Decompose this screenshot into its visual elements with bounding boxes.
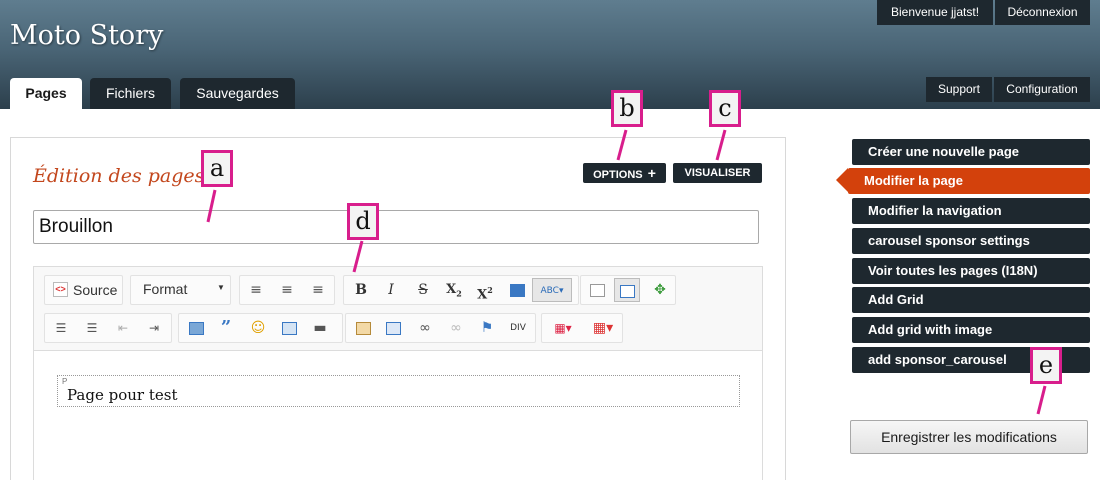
image-icon[interactable] bbox=[183, 316, 209, 340]
subscript-icon[interactable]: X2 bbox=[441, 278, 467, 302]
chevron-down-icon: ▼ bbox=[217, 283, 225, 292]
sidebar-item-edit-page[interactable]: Modifier la page bbox=[848, 168, 1090, 194]
align-right-icon[interactable]: ≡ bbox=[305, 278, 331, 302]
smiley-icon[interactable]: ☺ bbox=[245, 316, 271, 340]
basic-styles-group: B I S X2 X2 ABC▾ bbox=[343, 275, 579, 305]
page-title: Édition des pages bbox=[33, 165, 205, 187]
color-table-group: ▦▾ ▦▾ bbox=[541, 313, 623, 343]
sidebar-item-edit-navigation[interactable]: Modifier la navigation bbox=[852, 198, 1090, 224]
source-icon: <> bbox=[53, 282, 68, 297]
configuration-button[interactable]: Configuration bbox=[994, 77, 1090, 102]
html-icon[interactable] bbox=[504, 278, 530, 302]
div-icon[interactable]: DIV bbox=[505, 316, 531, 340]
spellcheck-icon[interactable]: ABC▾ bbox=[532, 278, 572, 302]
page-name-field[interactable] bbox=[33, 210, 759, 244]
callout-e-pointer bbox=[1036, 385, 1047, 415]
paste-word-icon[interactable] bbox=[380, 316, 406, 340]
tab-sauvegardes[interactable]: Sauvegardes bbox=[180, 78, 295, 109]
options-button[interactable]: OPTIONS + bbox=[583, 163, 666, 183]
save-changes-button[interactable]: Enregistrer les modifications bbox=[850, 420, 1088, 454]
bulleted-list-icon[interactable]: ☰ bbox=[79, 316, 105, 340]
welcome-button[interactable]: Bienvenue jjatst! bbox=[877, 0, 993, 25]
preview-button[interactable]: VISUALISER bbox=[673, 163, 762, 183]
alignment-group: ≡ ≡ ≡ bbox=[239, 275, 335, 305]
anchor-icon[interactable]: ⚑ bbox=[474, 316, 500, 340]
outdent-icon[interactable]: ⇤ bbox=[110, 316, 136, 340]
italic-icon[interactable]: I bbox=[378, 278, 404, 302]
callout-c: c bbox=[709, 90, 741, 127]
plus-icon: + bbox=[647, 165, 656, 181]
template-icon[interactable] bbox=[350, 316, 376, 340]
bold-icon[interactable]: B bbox=[348, 278, 374, 302]
sidebar-item-create-page[interactable]: Créer une nouvelle page bbox=[852, 139, 1090, 165]
maximize-icon[interactable]: ✥ bbox=[647, 278, 673, 302]
callout-e: e bbox=[1030, 347, 1062, 384]
show-blocks-icon[interactable] bbox=[614, 278, 640, 302]
blockquote-icon[interactable]: ” bbox=[213, 316, 239, 340]
sidebar-item-all-pages[interactable]: Voir toutes les pages (I18N) bbox=[852, 258, 1090, 284]
active-marker-arrow bbox=[836, 168, 848, 192]
sidebar-item-add-grid[interactable]: Add Grid bbox=[852, 287, 1090, 313]
table-dropdown-icon[interactable]: ▦▾ bbox=[586, 316, 620, 340]
editor-content[interactable]: Page pour test bbox=[67, 386, 177, 404]
site-title: Moto Story bbox=[10, 20, 164, 51]
callout-a: a bbox=[201, 150, 233, 187]
preview-icon[interactable] bbox=[584, 278, 610, 302]
source-button[interactable]: <> Source bbox=[44, 275, 123, 305]
align-center-icon[interactable]: ≡ bbox=[274, 278, 300, 302]
table-icon[interactable] bbox=[276, 316, 302, 340]
horizontal-rule-icon[interactable]: ▬ bbox=[307, 316, 333, 340]
colors-icon[interactable]: ▦▾ bbox=[545, 316, 581, 340]
format-label: Format bbox=[143, 281, 188, 297]
numbered-list-icon[interactable]: ☰ bbox=[48, 316, 74, 340]
tab-fichiers[interactable]: Fichiers bbox=[90, 78, 171, 109]
source-label: Source bbox=[73, 282, 118, 298]
logout-button[interactable]: Déconnexion bbox=[995, 0, 1090, 25]
tab-pages[interactable]: Pages bbox=[10, 78, 82, 109]
strikethrough-icon[interactable]: S bbox=[410, 278, 436, 302]
options-label: OPTIONS bbox=[593, 169, 643, 181]
insert-group: ” ☺ ▬ bbox=[178, 313, 343, 343]
indent-icon[interactable]: ⇥ bbox=[141, 316, 167, 340]
special-group: ∞ ∞ ⚑ DIV bbox=[345, 313, 536, 343]
sidebar-item-carousel-settings[interactable]: carousel sponsor settings bbox=[852, 228, 1090, 254]
callout-b: b bbox=[611, 90, 643, 127]
align-left-icon[interactable]: ≡ bbox=[243, 278, 269, 302]
list-group: ☰ ☰ ⇤ ⇥ bbox=[44, 313, 172, 343]
superscript-icon[interactable]: X2 bbox=[472, 278, 498, 302]
tools-group: ✥ bbox=[580, 275, 676, 305]
sidebar-item-add-grid-image[interactable]: Add grid with image bbox=[852, 317, 1090, 343]
link-icon[interactable]: ∞ bbox=[412, 316, 438, 340]
block-tag-label: P bbox=[62, 377, 68, 386]
callout-d: d bbox=[347, 203, 379, 240]
format-dropdown[interactable]: Format ▼ bbox=[130, 275, 231, 305]
support-button[interactable]: Support bbox=[926, 77, 992, 102]
unlink-icon[interactable]: ∞ bbox=[443, 316, 469, 340]
